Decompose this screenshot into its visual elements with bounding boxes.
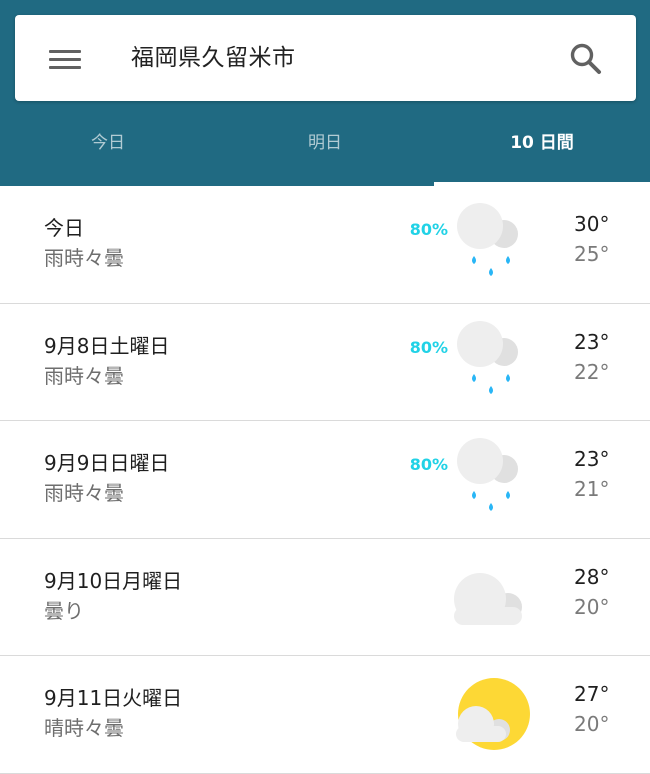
forecast-condition: 雨時々曇 xyxy=(44,246,124,270)
low-temp: 20° xyxy=(574,712,610,736)
rain-cloud-icon xyxy=(457,320,518,394)
forecast-row[interactable]: 9月9日日曜日 雨時々曇 80% 23° 21° xyxy=(0,421,650,539)
forecast-date: 9月9日日曜日 xyxy=(44,451,170,475)
forecast-date: 9月8日土曜日 xyxy=(44,333,170,358)
forecast-date: 9月11日火曜日 xyxy=(44,686,183,710)
forecast-row[interactable]: 9月8日土曜日 雨時々曇 80% 23° 22° xyxy=(0,303,650,421)
search-icon[interactable] xyxy=(568,41,604,77)
forecast-condition: 晴時々曇 xyxy=(44,716,124,740)
forecast-condition: 雨時々曇 xyxy=(44,481,124,505)
low-temp: 21° xyxy=(574,477,610,501)
low-temp: 20° xyxy=(574,594,610,619)
forecast-date: 9月10日月曜日 xyxy=(44,568,183,593)
search-bar[interactable]: 福岡県久留米市 xyxy=(15,15,636,101)
cloud-icon xyxy=(454,572,522,625)
low-temp: 25° xyxy=(574,242,610,266)
rain-cloud-icon xyxy=(457,203,518,276)
high-temp: 27° xyxy=(574,682,610,706)
high-temp: 23° xyxy=(574,447,610,471)
precip-chance: 80% xyxy=(409,455,448,474)
tab-tomorrow[interactable]: 明日 xyxy=(216,101,434,186)
tab-today[interactable]: 今日 xyxy=(0,101,216,186)
app-header: 福岡県久留米市 今日 明日 10 日間 xyxy=(0,0,650,186)
forecast-row[interactable]: 9月10日月曜日 曇り 28° 20° xyxy=(0,538,650,656)
precip-chance: 80% xyxy=(409,220,448,239)
low-temp: 22° xyxy=(574,359,610,384)
high-temp: 23° xyxy=(574,329,610,354)
forecast-date: 今日 xyxy=(44,216,84,240)
tab-bar: 今日 明日 10 日間 xyxy=(0,101,650,186)
tab-10-days[interactable]: 10 日間 xyxy=(434,101,650,186)
forecast-condition: 雨時々曇 xyxy=(44,363,124,388)
location-name[interactable]: 福岡県久留米市 xyxy=(131,15,296,101)
forecast-row[interactable]: 9月11日火曜日 晴時々曇 27° 20° xyxy=(0,656,650,774)
high-temp: 28° xyxy=(574,564,610,589)
sun-cloud-icon xyxy=(456,678,530,750)
forecast-list: 今日 雨時々曇 80% 30° 25° 9月8日土曜日 雨時々曇 80% 23°… xyxy=(0,186,650,774)
high-temp: 30° xyxy=(574,212,610,236)
precip-chance: 80% xyxy=(409,337,448,357)
forecast-row[interactable]: 今日 雨時々曇 80% 30° 25° xyxy=(0,186,650,304)
rain-cloud-icon xyxy=(457,438,518,511)
menu-icon[interactable] xyxy=(49,45,83,71)
forecast-condition: 曇り xyxy=(44,598,84,623)
